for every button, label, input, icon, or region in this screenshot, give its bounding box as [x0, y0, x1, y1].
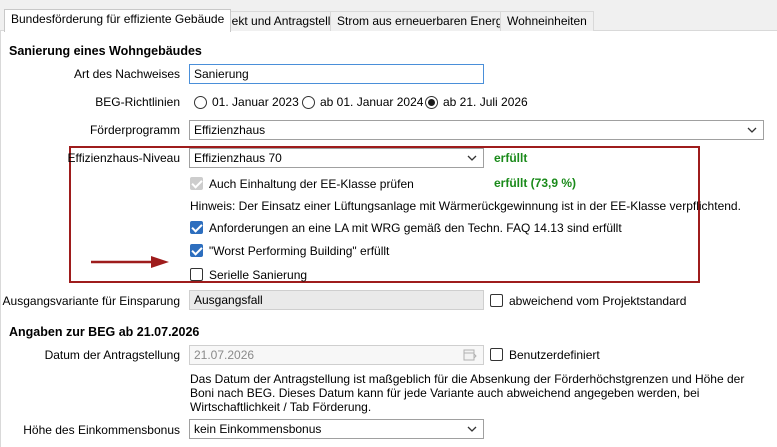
eh-value: Effizienzhaus 70: [194, 151, 282, 165]
foerder-value: Effizienzhaus: [194, 123, 266, 137]
datum-info: Das Datum der Antragstellung ist maßgebl…: [190, 372, 745, 414]
ausgang-label: Ausgangsvariante für Einsparung: [2, 294, 180, 308]
chevron-down-icon: [467, 155, 477, 161]
datum-value: 21.07.2026: [194, 348, 255, 362]
beg-label: BEG-Richtlinien: [95, 95, 180, 109]
datum-field[interactable]: 21.07.2026: [189, 345, 484, 365]
ee-checkbox[interactable]: [190, 177, 203, 190]
art-field[interactable]: Sanierung: [189, 64, 484, 84]
la-label: Anforderungen an eine LA mit WRG gemäß d…: [209, 221, 622, 235]
beg-radio-2023[interactable]: [194, 96, 207, 109]
bonus-label: Höhe des Einkommensbonus: [23, 423, 180, 437]
tab-wohneinheiten[interactable]: Wohneinheiten: [500, 11, 594, 31]
eh-label: Effizienzhaus-Niveau: [67, 151, 180, 165]
foerder-select[interactable]: Effizienzhaus: [189, 120, 764, 140]
hinweis-text: Hinweis: Der Einsatz einer Lüftungsanlag…: [190, 199, 741, 213]
ausgang-field[interactable]: Ausgangsfall: [189, 290, 484, 310]
abweichend-checkbox[interactable]: [490, 294, 503, 307]
foerder-label: Förderprogramm: [89, 123, 180, 137]
wpb-label: "Worst Performing Building" erfüllt: [209, 244, 390, 258]
bonus-select[interactable]: kein Einkommensbonus: [189, 419, 484, 439]
chevron-down-icon: [747, 127, 757, 133]
datum-label: Datum der Antragstellung: [44, 348, 180, 362]
tab-content: Sanierung eines Wohngebäudes Art des Nac…: [0, 31, 777, 447]
section-title-angaben: Angaben zur BEG ab 21.07.2026: [9, 325, 200, 339]
beg-radio-2026[interactable]: [425, 96, 438, 109]
beg-radio-2024[interactable]: [302, 96, 315, 109]
la-checkbox[interactable]: [190, 221, 203, 234]
eh-status: erfüllt: [494, 151, 528, 165]
ee-label: Auch Einhaltung der EE-Klasse prüfen: [209, 177, 414, 191]
bonus-value: kein Einkommensbonus: [194, 422, 322, 436]
tab-strom[interactable]: Strom aus erneuerbaren Energien: [330, 11, 526, 31]
abweichend-label: abweichend vom Projektstandard: [509, 294, 687, 308]
benutzer-label: Benutzerdefiniert: [509, 348, 600, 362]
beg-option-2024[interactable]: ab 01. Januar 2024: [320, 95, 423, 109]
arrow-right-icon: [91, 256, 169, 268]
calendar-icon[interactable]: [463, 349, 477, 361]
art-label: Art des Nachweises: [73, 67, 180, 81]
wpb-checkbox[interactable]: [190, 244, 203, 257]
beg-option-2023[interactable]: 01. Januar 2023: [212, 95, 299, 109]
beg-option-2026[interactable]: ab 21. Juli 2026: [443, 95, 528, 109]
seriell-checkbox[interactable]: [190, 268, 203, 281]
section-title-sanierung: Sanierung eines Wohngebäudes: [9, 44, 202, 58]
chevron-down-icon: [467, 426, 477, 432]
tab-bar: Bundesförderung für effiziente Gebäude O…: [0, 0, 777, 32]
eh-select[interactable]: Effizienzhaus 70: [189, 148, 484, 168]
seriell-label: Serielle Sanierung: [209, 268, 308, 282]
tab-beg[interactable]: Bundesförderung für effiziente Gebäude: [4, 9, 232, 32]
benutzer-checkbox[interactable]: [490, 348, 503, 361]
ee-status: erfüllt (73,9 %): [494, 176, 577, 190]
